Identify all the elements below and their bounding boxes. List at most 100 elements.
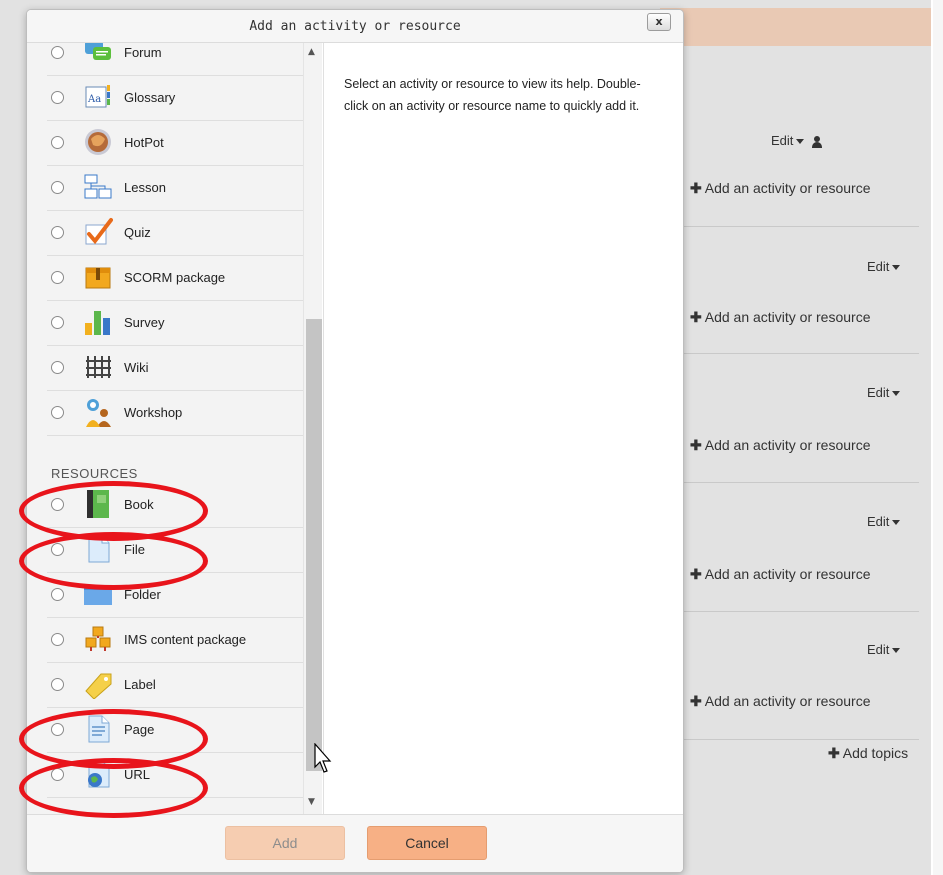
option-label: HotPot — [124, 135, 164, 150]
survey-icon — [85, 311, 110, 335]
option-lesson[interactable]: Lesson — [47, 166, 303, 211]
add-activity-link[interactable]: ✚ Add an activity or resource — [690, 180, 870, 197]
dialog-header: Add an activity or resource x — [27, 10, 683, 43]
option-radio[interactable] — [51, 588, 64, 601]
caret-down-icon — [796, 139, 805, 145]
option-radio[interactable] — [51, 91, 64, 104]
add-button[interactable]: Add — [225, 826, 345, 860]
edit-label: Edit — [867, 259, 890, 274]
add-activity-label: Add an activity or resource — [704, 693, 871, 709]
option-label: Label — [124, 677, 156, 692]
option-ims-content-package[interactable]: IMS content package — [47, 618, 303, 663]
option-label: Wiki — [124, 360, 149, 375]
edit-label: Edit — [771, 133, 794, 148]
add-activity-link[interactable]: ✚ Add an activity or resource — [690, 566, 870, 583]
section-divider — [684, 353, 919, 354]
workshop-icon — [86, 399, 111, 427]
section-divider — [684, 611, 919, 612]
option-scorm-package[interactable]: SCORM package — [47, 256, 303, 301]
list-scrollbar[interactable]: ▲ ▼ — [303, 43, 322, 814]
lesson-icon — [84, 174, 112, 199]
wiki-icon — [86, 356, 111, 378]
option-radio[interactable] — [51, 406, 64, 419]
section-edit-menu[interactable]: Edit — [867, 514, 901, 529]
option-radio[interactable] — [51, 678, 64, 691]
section-divider — [684, 226, 919, 227]
option-glossary[interactable]: Aa Glossary — [47, 76, 303, 121]
caret-down-icon — [892, 391, 901, 397]
dialog-title: Add an activity or resource — [249, 19, 461, 34]
add-activity-link[interactable]: ✚ Add an activity or resource — [690, 693, 870, 710]
section-edit-menu[interactable]: Edit — [867, 642, 901, 657]
help-text: Select an activity or resource to view i… — [344, 77, 641, 113]
option-quiz[interactable]: Quiz — [47, 211, 303, 256]
option-radio[interactable] — [51, 271, 64, 284]
edit-label: Edit — [867, 514, 890, 529]
chevron-down-icon[interactable]: ▼ — [308, 797, 315, 807]
plus-icon: ✚ — [690, 309, 702, 325]
option-wiki[interactable]: Wiki — [47, 346, 303, 391]
quiz-icon — [85, 218, 113, 245]
option-survey[interactable]: Survey — [47, 301, 303, 346]
option-label: Survey — [124, 315, 165, 330]
dialog-footer: Add Cancel — [27, 814, 683, 872]
option-workshop[interactable]: Workshop — [47, 391, 303, 436]
add-topics-label: Add topics — [842, 745, 909, 761]
user-icon[interactable] — [812, 135, 823, 148]
add-activity-link[interactable]: ✚ Add an activity or resource — [690, 437, 870, 454]
course-header-strip — [660, 8, 932, 46]
option-label: Quiz — [124, 225, 151, 240]
mouse-cursor-icon — [314, 743, 332, 773]
option-radio[interactable] — [51, 136, 64, 149]
option-radio[interactable] — [51, 316, 64, 329]
option-radio[interactable] — [51, 226, 64, 239]
close-button[interactable]: x — [647, 13, 671, 31]
option-label: Forum — [124, 45, 162, 60]
edit-label: Edit — [867, 642, 890, 657]
highlight-ellipse-url — [19, 758, 208, 818]
hotpot-icon — [85, 129, 111, 155]
section-divider — [684, 739, 919, 740]
plus-icon: ✚ — [690, 566, 702, 582]
option-hotpot[interactable]: HotPot — [47, 121, 303, 166]
resources-heading: RESOURCES — [51, 466, 138, 481]
help-pane: Select an activity or resource to view i… — [323, 43, 683, 814]
plus-icon: ✚ — [690, 693, 702, 709]
plus-icon: ✚ — [690, 180, 702, 196]
option-label[interactable]: Label — [47, 663, 303, 708]
option-forum[interactable]: Forum — [47, 43, 303, 76]
add-activity-link[interactable]: ✚ Add an activity or resource — [690, 309, 870, 326]
label-icon — [85, 673, 112, 699]
add-activity-label: Add an activity or resource — [704, 437, 871, 453]
chevron-up-icon[interactable]: ▲ — [308, 47, 315, 57]
option-radio[interactable] — [51, 633, 64, 646]
glossary-icon: Aa — [85, 85, 110, 108]
caret-down-icon — [892, 648, 901, 654]
options-list[interactable]: Forum Aa Glossary HotPot Lesson Quiz SCO… — [27, 43, 303, 814]
option-label: IMS content package — [124, 632, 247, 647]
add-activity-label: Add an activity or resource — [704, 566, 871, 582]
edit-label: Edit — [867, 385, 890, 400]
option-radio[interactable] — [51, 46, 64, 59]
section-edit-menu[interactable]: Edit — [867, 259, 901, 274]
svg-text:Aa: Aa — [87, 94, 101, 105]
add-topics-link[interactable]: ✚ Add topics — [828, 745, 908, 762]
section-edit-menu[interactable]: Edit — [867, 385, 901, 400]
option-label: Lesson — [124, 180, 166, 195]
option-label: SCORM package — [124, 270, 226, 285]
right-edge — [933, 0, 943, 875]
option-radio[interactable] — [51, 361, 64, 374]
option-label: Workshop — [124, 405, 183, 420]
caret-down-icon — [892, 265, 901, 271]
section-edit-menu[interactable]: Edit — [771, 133, 823, 148]
scrollbar-thumb[interactable] — [306, 319, 322, 771]
plus-icon: ✚ — [828, 745, 840, 761]
add-activity-label: Add an activity or resource — [704, 309, 871, 325]
cancel-button[interactable]: Cancel — [367, 826, 487, 860]
section-divider — [684, 482, 919, 483]
highlight-ellipse-file — [19, 532, 208, 590]
ims-package-icon — [85, 626, 111, 651]
add-activity-label: Add an activity or resource — [704, 180, 871, 196]
forum-icon — [85, 43, 111, 60]
option-radio[interactable] — [51, 181, 64, 194]
